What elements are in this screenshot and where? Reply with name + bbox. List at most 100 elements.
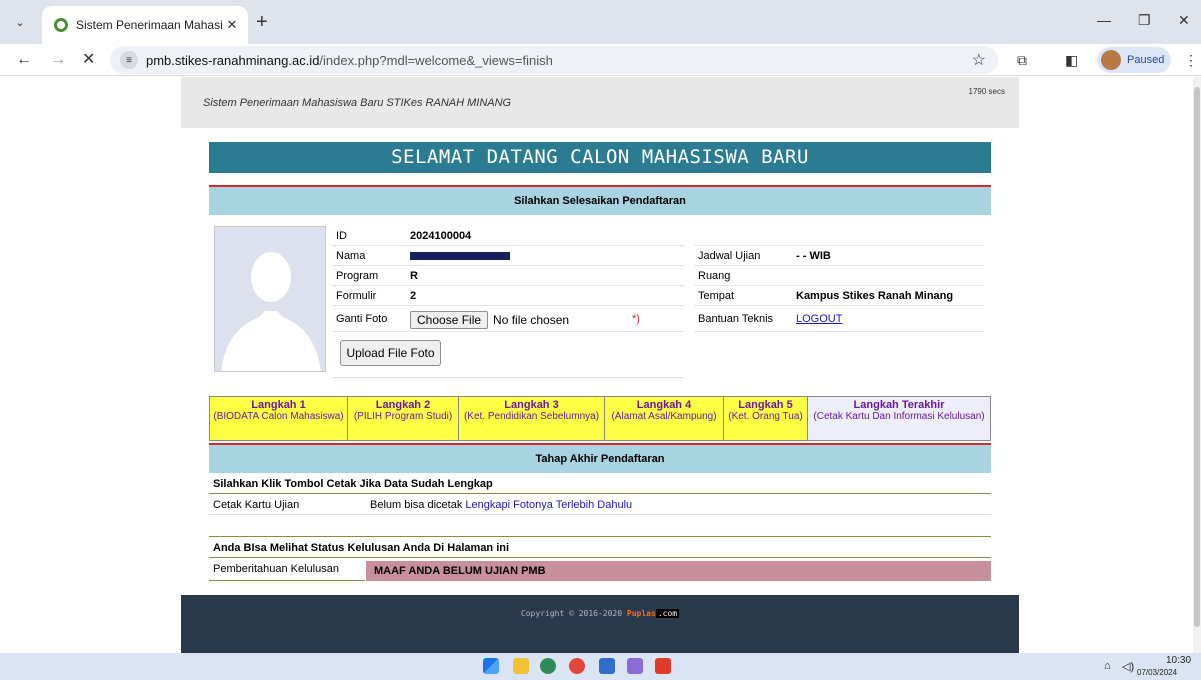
row-jadwal: Jadwal Ujian - - WIB [694,246,984,266]
no-file-text: No file chosen [493,313,570,327]
page-viewport: Sistem Penerimaan Mahasiswa Baru STIKes … [0,77,1193,653]
step-5[interactable]: Langkah 5 (Ket. Orang Tua) [724,397,808,440]
program-label: Program [336,270,379,282]
app-icon[interactable] [627,658,643,674]
profile-button[interactable]: Paused [1097,47,1171,73]
profile-photo [214,226,326,372]
status-heading: Anda BIsa Melihat Status Kelulusan Anda … [213,542,510,554]
site-info-icon[interactable]: ≡ [120,51,138,69]
vertical-scrollbar[interactable] [1193,77,1201,653]
bantuan-label: Bantuan Teknis [698,313,774,325]
copyright-text: Copyright © 2016-2020 [520,609,623,618]
cetak-status: Belum bisa dicetak Lengkapi Fotonya Terl… [370,499,632,511]
start-icon[interactable] [483,658,499,674]
office-icon[interactable] [655,658,671,674]
copyright: Copyright © 2016-2020 Puplas .com [181,609,1019,618]
choose-file-button[interactable]: Choose File [410,311,489,329]
clock-time[interactable]: 10:30 [1166,655,1191,666]
section-title-registration: Silahkan Selesaikan Pendaftaran [209,187,991,215]
row-ruang: Ruang [694,266,984,286]
divider [209,514,991,515]
nama-label: Nama [336,250,366,262]
steps-nav: Langkah 1 (BIODATA Calon Mahasiswa) Lang… [209,396,991,441]
back-icon[interactable]: ← [16,50,32,70]
row-nama: Nama [332,246,684,266]
formulir-value: 2 [410,290,417,302]
browser-toolbar: ← → ✕ ≡ pmb.stikes-ranahminang.ac.id/ind… [0,44,1201,76]
footer-dotcom: .com [655,609,680,618]
tab-search-icon[interactable]: ⌄ [8,10,32,34]
profile-status: Paused [1127,54,1165,66]
tempat-value: Kampus Stikes Ranah Minang [796,290,954,302]
pemberitahuan-label: Pemberitahuan Kelulusan [213,563,339,575]
step-desc: (PILIH Program Studi) [353,411,453,422]
step-last[interactable]: Langkah Terakhir (Cetak Kartu Dan Inform… [808,397,990,440]
row-program: Program R [332,266,684,286]
clock-date[interactable]: 07/03/2024 [1137,668,1177,677]
close-tab-icon[interactable]: ✕ [222,17,242,33]
user-silhouette-icon [215,227,325,371]
browser-tab[interactable]: Sistem Penerimaan Mahasiswa ✕ [42,6,248,44]
step-1[interactable]: Langkah 1 (BIODATA Calon Mahasiswa) [210,397,348,440]
logout-link[interactable]: LOGOUT [796,306,842,332]
step-desc: (Ket. Orang Tua) [728,411,803,422]
divider [209,493,991,494]
bookmark-star-icon[interactable]: ☆ [972,50,986,70]
store-icon[interactable] [599,658,615,674]
lengkapi-foto-link[interactable]: Lengkapi Fotonya Terlebih Dahulu [465,499,632,511]
footer-brand[interactable]: Puplas [627,609,656,618]
row-id: ID 2024100004 [332,226,684,246]
site-title: Sistem Penerimaan Mahasiswa Baru STIKes … [203,97,512,109]
minimize-button[interactable]: — [1097,12,1111,28]
jadwal-label: Jadwal Ujian [698,250,761,262]
required-mark: *) [632,313,640,325]
row-bantuan: Bantuan Teknis LOGOUT [694,306,984,332]
divider [209,557,991,558]
url-path: /index.php?mdl=welcome&_views=finish [319,52,553,68]
network-icon[interactable]: ⌂ [1104,660,1111,672]
id-value: 2024100004 [410,230,472,242]
cetak-heading: Silahkan Klik Tombol Cetak Jika Data Sud… [213,478,493,490]
step-desc: (Alamat Asal/Kampung) [611,411,717,422]
address-bar[interactable]: ≡ pmb.stikes-ranahminang.ac.id/index.php… [110,46,998,74]
row-tempat: Tempat Kampus Stikes Ranah Minang [694,286,984,306]
cetak-label: Cetak Kartu Ujian [213,499,300,511]
site-footer: Copyright © 2016-2020 Puplas .com [181,595,1019,653]
session-timer: 1790 secs [968,87,1005,96]
extensions-icon[interactable]: ⧉ [1017,52,1027,69]
site-favicon-icon [54,18,68,32]
step-2[interactable]: Langkah 2 (PILIH Program Studi) [348,397,459,440]
tab-title: Sistem Penerimaan Mahasiswa [76,18,222,32]
site-header: Sistem Penerimaan Mahasiswa Baru STIKes … [181,77,1019,128]
step-4[interactable]: Langkah 4 (Alamat Asal/Kampung) [605,397,724,440]
step-desc: (Ket. Pendidikan Sebelumnya) [463,411,600,422]
program-value: R [410,270,418,282]
chrome-icon[interactable] [569,658,585,674]
close-window-button[interactable]: ✕ [1178,12,1190,29]
step-title: Langkah 2 [375,399,431,411]
formulir-label: Formulir [336,290,377,302]
chat-icon[interactable] [540,658,556,674]
menu-kebab-icon[interactable]: ⋮ [1184,52,1198,69]
file-explorer-icon[interactable] [513,658,529,674]
new-tab-button[interactable]: + [256,12,268,32]
upload-photo-button[interactable]: Upload File Foto [340,340,441,366]
stop-icon[interactable]: ✕ [82,50,95,70]
forward-icon[interactable]: → [50,50,66,70]
restore-button[interactable]: ❐ [1138,12,1151,29]
section-title-final: Tahap Akhir Pendaftaran [209,445,991,473]
step-title: Langkah 3 [504,399,559,411]
file-input[interactable]: Choose File No file chosen [410,310,569,330]
kelulusan-status: MAAF ANDA BELUM UJIAN PMB [366,561,991,581]
scrollbar-thumb[interactable] [1194,87,1200,627]
tempat-label: Tempat [698,290,735,302]
side-panel-icon[interactable]: ◧ [1065,52,1078,69]
divider [209,536,991,537]
step-title: Langkah 1 [251,399,306,411]
id-label: ID [336,230,347,242]
windows-taskbar: ⌂ ◁) 10:30 07/03/2024 [0,653,1201,680]
volume-icon[interactable]: ◁) [1122,660,1134,673]
divider [332,377,684,378]
step-3[interactable]: Langkah 3 (Ket. Pendidikan Sebelumnya) [459,397,605,440]
cetak-status-text: Belum bisa dicetak [370,499,463,511]
